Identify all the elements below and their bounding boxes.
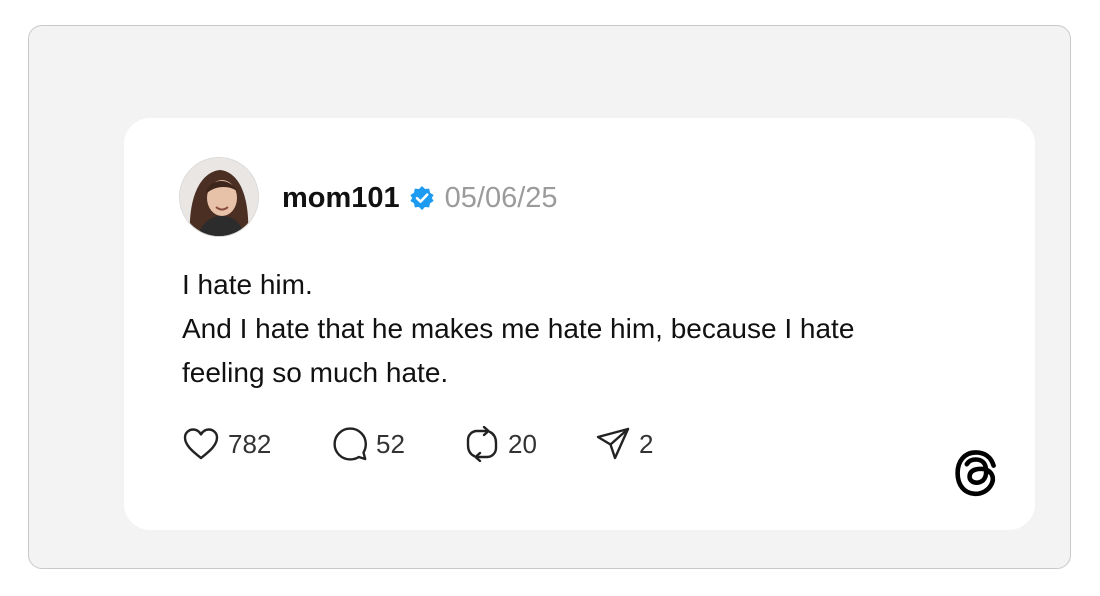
post-text-line: And I hate that he makes me hate him, be… bbox=[182, 313, 855, 344]
send-icon bbox=[595, 426, 631, 462]
repost-button[interactable]: 20 bbox=[464, 426, 595, 462]
heart-icon bbox=[182, 427, 220, 461]
repost-icon bbox=[464, 426, 500, 462]
threads-logo-icon bbox=[953, 449, 999, 497]
verified-badge-icon bbox=[409, 185, 435, 211]
post-text: I hate him. And I hate that he makes me … bbox=[182, 263, 982, 395]
comment-button[interactable]: 52 bbox=[332, 426, 464, 462]
repost-count: 20 bbox=[508, 428, 537, 459]
threads-post-card: mom101 05/06/25 I hate him. And I hate t… bbox=[124, 118, 1035, 530]
share-button[interactable]: 2 bbox=[595, 426, 653, 462]
post-actions: 782 52 20 2 bbox=[182, 426, 653, 462]
comment-count: 52 bbox=[376, 428, 405, 459]
like-count: 782 bbox=[228, 428, 272, 459]
avatar[interactable] bbox=[180, 158, 258, 236]
post-text-line: I hate him. bbox=[182, 269, 313, 300]
screenshot-frame: mom101 05/06/25 I hate him. And I hate t… bbox=[28, 25, 1071, 569]
post-date: 05/06/25 bbox=[444, 181, 558, 214]
post-text-line: feeling so much hate. bbox=[182, 357, 449, 388]
username[interactable]: mom101 bbox=[282, 182, 400, 215]
like-button[interactable]: 782 bbox=[182, 427, 332, 461]
post-header: mom101 05/06/25 bbox=[282, 180, 558, 216]
comment-bubble-icon bbox=[332, 426, 368, 462]
share-count: 2 bbox=[639, 428, 654, 459]
